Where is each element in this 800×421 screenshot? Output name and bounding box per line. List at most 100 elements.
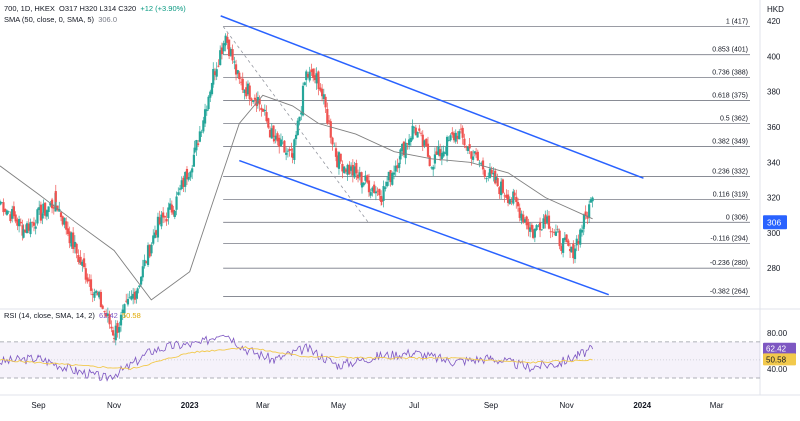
fib-level-label: 0 (306) <box>726 214 748 221</box>
candle-body <box>118 326 121 333</box>
currency-label: HKD <box>767 5 784 14</box>
candle-body <box>540 229 543 231</box>
candle-body <box>485 178 488 180</box>
candle-body <box>195 140 198 151</box>
candle-body <box>263 109 266 112</box>
candle-body <box>252 100 255 102</box>
candle-body <box>483 170 486 177</box>
y-tick-label: 300 <box>767 229 781 238</box>
sma-value: 306.0 <box>98 15 117 24</box>
candle-body <box>442 151 445 157</box>
candle-body <box>143 259 146 267</box>
candle-body <box>301 85 305 116</box>
candle-body <box>150 244 153 254</box>
candle-body <box>210 82 214 95</box>
candle-body <box>515 196 518 203</box>
candle-body <box>5 210 9 215</box>
candle-body <box>432 166 435 170</box>
candle-body <box>101 305 104 309</box>
rsi-label[interactable]: RSI (14, close, SMA, 14, 2) <box>4 311 95 320</box>
candle-body <box>418 128 421 131</box>
candle-body <box>496 178 499 187</box>
candle-body <box>580 229 584 233</box>
candle-body <box>177 192 180 195</box>
candle-body <box>374 191 378 194</box>
candle-body <box>163 216 166 218</box>
candle-body <box>290 149 293 151</box>
channel-upper-line[interactable] <box>220 15 644 179</box>
y-tick-label: 360 <box>767 123 781 132</box>
last-price-badge-label: 306 <box>767 217 781 227</box>
candle-body <box>82 258 86 268</box>
fib-level-label: 0.382 (349) <box>712 138 748 145</box>
candle-body <box>54 191 57 203</box>
candle-body <box>215 69 218 77</box>
fib-trend-dashed-line[interactable] <box>222 26 369 223</box>
candle-body <box>34 226 37 229</box>
chart-canvas[interactable]: 280 300 320 340 360 380 400 420 1 (417) 0.853 (40… <box>0 0 800 416</box>
candle-body <box>476 151 479 161</box>
candle-body <box>516 202 520 207</box>
sma-header: SMA (50, close, 0, SMA, 5) 306.0 <box>4 15 117 24</box>
candle-body <box>303 82 306 86</box>
y-tick-label: 400 <box>767 52 781 61</box>
candle-body <box>404 142 407 159</box>
x-tick-label: Nov <box>107 401 121 410</box>
candle-body <box>481 160 485 170</box>
fib-level-label: 0.116 (319) <box>713 191 748 198</box>
candle-body <box>426 143 430 157</box>
channel-lower-line[interactable] <box>239 159 609 296</box>
candle-body <box>567 240 570 246</box>
candle-body <box>392 172 396 175</box>
candle-body <box>362 182 365 186</box>
x-tick-label: Jul <box>409 401 419 410</box>
fib-level-label: -0.382 (264) <box>710 288 748 295</box>
y-tick-label: 420 <box>767 17 781 26</box>
candle-body <box>447 140 450 142</box>
candle-body <box>205 109 208 112</box>
candle-body <box>329 121 332 138</box>
candle-body <box>29 222 32 235</box>
candle-body <box>501 179 504 193</box>
candle-body <box>458 131 461 140</box>
candle-body <box>32 222 36 226</box>
candle-body <box>324 96 327 108</box>
candle-body <box>110 326 113 329</box>
candle-body <box>463 138 466 146</box>
candle-body <box>331 137 334 145</box>
candle-body <box>198 131 201 142</box>
candle-body <box>173 210 176 218</box>
candle-body <box>19 221 22 224</box>
fib-level-label: 0.736 (388) <box>712 70 748 77</box>
candle-body <box>89 279 93 291</box>
candle-body <box>554 231 558 236</box>
candle-body <box>238 72 241 80</box>
x-tick-label: Nov <box>559 401 573 410</box>
candle-body <box>187 177 190 180</box>
candle-body <box>391 173 394 185</box>
candle-body <box>207 96 210 110</box>
candle-body <box>445 136 449 156</box>
ohlc-values: O317 H320 L314 C320 <box>59 4 137 13</box>
candle-body <box>530 224 533 230</box>
rsi-header: RSI (14, close, SMA, 14, 2) 62.42 50.58 <box>4 311 141 320</box>
symbol-label[interactable]: 700, 1D, HKEX <box>4 4 55 13</box>
candle-body <box>99 291 103 307</box>
candle-body <box>298 116 301 122</box>
x-tick-label: May <box>331 401 346 410</box>
candle-body <box>191 168 194 173</box>
candle-body <box>248 85 251 100</box>
candle-body <box>591 197 594 202</box>
fib-level-label: 0.853 (401) <box>712 47 748 54</box>
candle-body <box>0 201 2 205</box>
candle-body <box>355 162 358 174</box>
candle-body <box>126 299 130 305</box>
candle-body <box>217 65 220 67</box>
fib-level-label: 0.236 (332) <box>712 168 748 175</box>
sma-label[interactable]: SMA (50, close, 0, SMA, 5) <box>4 15 94 24</box>
candle-body <box>294 134 298 140</box>
candle-body <box>547 215 551 229</box>
y-tick-label: 280 <box>767 264 781 273</box>
candle-body <box>533 228 536 238</box>
candle-body <box>136 288 139 294</box>
